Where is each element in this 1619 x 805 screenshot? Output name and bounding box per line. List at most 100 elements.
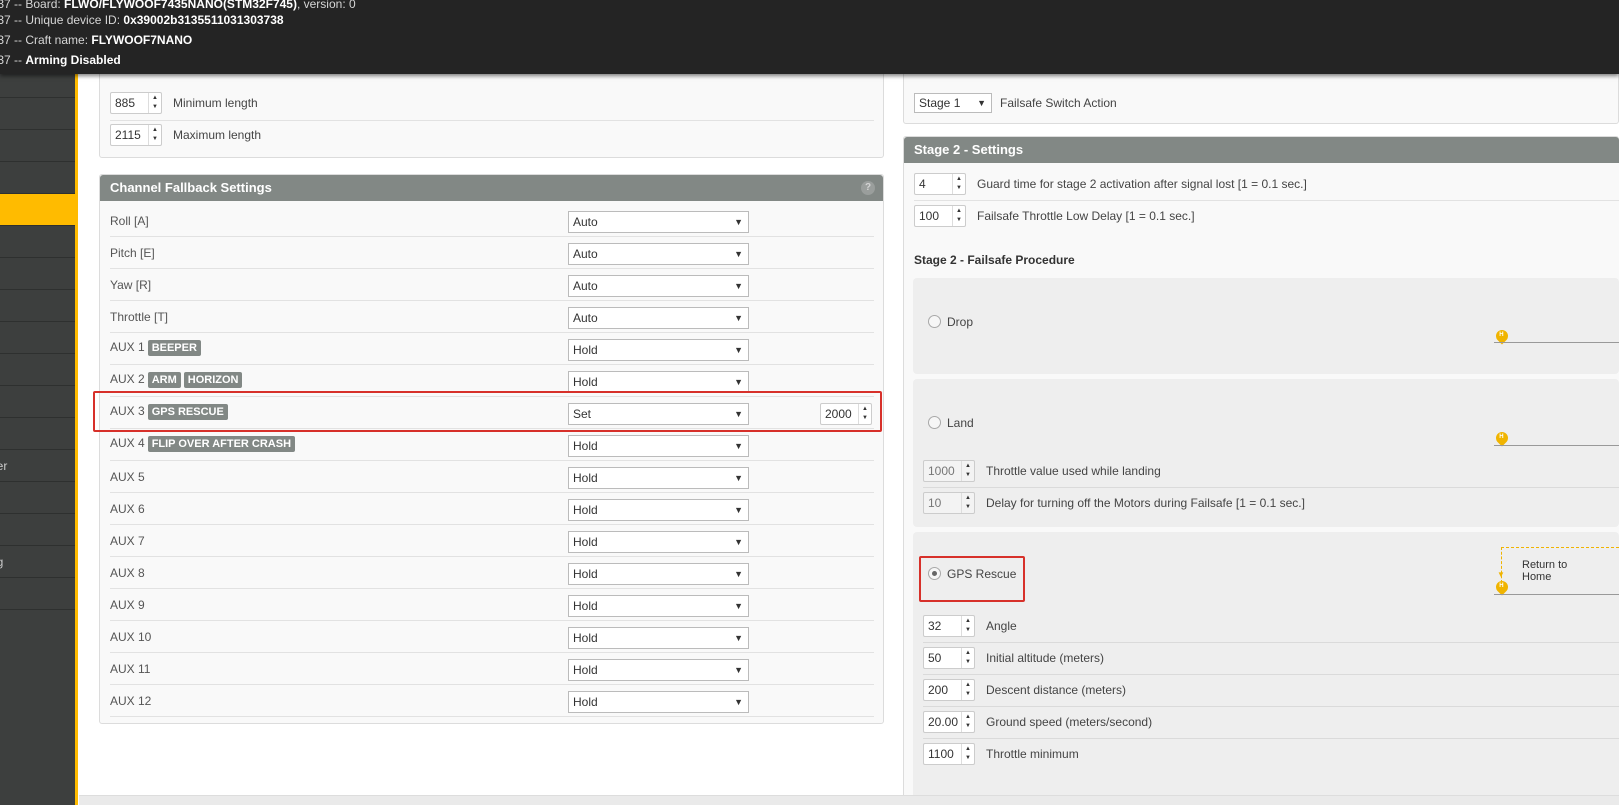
sidebar: ry tter ng <box>0 74 78 805</box>
channel-row: Roll [A] Auto ▼ <box>110 205 874 237</box>
gps-rescue-input[interactable]: 50 ▲ ▼ <box>923 647 975 669</box>
fallback-mode-select[interactable]: Auto ▼ <box>568 211 749 233</box>
fallback-mode-select[interactable]: Hold ▼ <box>568 371 749 393</box>
sidebar-item[interactable] <box>0 578 75 610</box>
spinner-arrows-icon[interactable]: ▲ ▼ <box>961 744 974 764</box>
max-length-input[interactable]: 2115 ▲ ▼ <box>110 124 162 146</box>
sidebar-item[interactable] <box>0 258 75 290</box>
fallback-mode-select[interactable]: Hold ▼ <box>568 691 749 713</box>
mode-badge: FLIP OVER AFTER CRASH <box>147 436 296 452</box>
pin-letter: H <box>1499 583 1504 590</box>
min-length-input[interactable]: 885 ▲ ▼ <box>110 92 162 114</box>
sidebar-item[interactable] <box>0 322 75 354</box>
channel-row: Yaw [R] Auto ▼ <box>110 269 874 301</box>
chevron-down-icon: ▼ <box>734 601 743 611</box>
channel-label: Roll [A] <box>110 214 149 228</box>
panel-header: Stage 2 - Settings <box>904 137 1619 163</box>
spinner-arrows-icon[interactable]: ▲ ▼ <box>961 616 974 636</box>
sidebar-item[interactable]: ng <box>0 546 75 578</box>
fallback-mode-select[interactable]: Hold ▼ <box>568 563 749 585</box>
sidebar-item[interactable] <box>0 386 75 418</box>
channel-name: AUX 6 <box>110 501 145 517</box>
channel-label: Throttle [T] <box>110 310 169 324</box>
selected-mode: Hold <box>573 439 598 453</box>
fallback-mode-select[interactable]: Hold ▼ <box>568 531 749 553</box>
channel-row: AUX 10 Hold ▼ <box>110 621 874 653</box>
channel-name: Throttle [T] <box>110 309 168 325</box>
guard-time-label: Guard time for stage 2 activation after … <box>977 177 1307 191</box>
gps-rescue-field-label: Throttle minimum <box>986 747 1079 761</box>
sidebar-item[interactable] <box>0 482 75 514</box>
fallback-mode-select[interactable]: Hold ▼ <box>568 627 749 649</box>
land-radio[interactable] <box>928 416 941 429</box>
failsafe-switch-select[interactable]: Stage 1 ▼ <box>914 93 992 113</box>
channel-name: AUX 5 <box>110 469 145 485</box>
drop-radio[interactable] <box>928 315 941 328</box>
fallback-mode-select[interactable]: Auto ▼ <box>568 307 749 329</box>
gps-rescue-input[interactable]: 200 ▲ ▼ <box>923 679 975 701</box>
channel-label: AUX 11 <box>110 662 151 676</box>
spinner-arrows-icon[interactable]: ▲ ▼ <box>148 125 161 145</box>
sidebar-item[interactable]: tter <box>0 450 75 482</box>
max-length-label: Maximum length <box>173 128 262 142</box>
spinner-arrows-icon[interactable]: ▲ ▼ <box>961 680 974 700</box>
gps-rescue-input[interactable]: 20.00 ▲ ▼ <box>923 711 975 733</box>
sidebar-item[interactable] <box>0 98 75 130</box>
sidebar-item[interactable] <box>0 354 75 386</box>
land-delay-input[interactable]: 10 ▲ ▼ <box>923 492 975 514</box>
sidebar-item[interactable] <box>0 74 75 98</box>
highlight-box <box>93 391 882 432</box>
sidebar-item[interactable] <box>0 514 75 546</box>
fallback-mode-select[interactable]: Hold ▼ <box>568 659 749 681</box>
fallback-mode-select[interactable]: Hold ▼ <box>568 339 749 361</box>
fallback-mode-select[interactable]: Hold ▼ <box>568 595 749 617</box>
pin-letter: H <box>1499 434 1504 441</box>
sidebar-item[interactable] <box>0 290 75 322</box>
channel-label: AUX 2 <box>110 372 145 386</box>
sidebar-item[interactable] <box>0 418 75 450</box>
spinner-arrows-icon[interactable]: ▲ ▼ <box>952 206 965 226</box>
sidebar-item[interactable]: ry <box>0 130 75 162</box>
throttle-low-delay-input[interactable]: 100 ▲ ▼ <box>914 205 966 227</box>
spinner-arrows-icon[interactable]: ▲ ▼ <box>961 461 974 481</box>
spinner-arrows-icon[interactable]: ▲ ▼ <box>961 493 974 513</box>
fallback-mode-select[interactable]: Hold ▼ <box>568 435 749 457</box>
channel-label: Pitch [E] <box>110 246 155 260</box>
sidebar-item[interactable] <box>0 162 75 194</box>
channel-label: AUX 8 <box>110 566 145 580</box>
mode-badge: ARM <box>147 372 181 388</box>
spinner-arrows-icon[interactable]: ▲ ▼ <box>952 174 965 194</box>
spinner-arrows-icon[interactable]: ▲ ▼ <box>961 648 974 668</box>
sidebar-item[interactable] <box>0 194 75 226</box>
channel-row: Throttle [T] Auto ▼ <box>110 301 874 333</box>
guard-time-input[interactable]: 4 ▲ ▼ <box>914 173 966 195</box>
channel-label: AUX 9 <box>110 598 145 612</box>
drop-label: Drop <box>947 315 974 329</box>
fallback-mode-select[interactable]: Auto ▼ <box>568 243 749 265</box>
channel-row: AUX 6 Hold ▼ <box>110 493 874 525</box>
fallback-mode-select[interactable]: Auto ▼ <box>568 275 749 297</box>
selected-mode: Hold <box>573 343 598 357</box>
throttle-low-delay-label: Failsafe Throttle Low Delay [1 = 0.1 sec… <box>977 209 1195 223</box>
channel-label: AUX 4 <box>110 436 145 450</box>
selected-mode: Hold <box>573 631 598 645</box>
channel-name: AUX 11 <box>110 661 150 677</box>
arrow-down-icon: ▼ <box>1497 570 1505 579</box>
sidebar-item-label: tter <box>0 459 8 473</box>
failsafe-switch-label: Failsafe Switch Action <box>1000 96 1117 110</box>
gps-rescue-input[interactable]: 1100 ▲ ▼ <box>923 743 975 765</box>
sidebar-item[interactable] <box>0 226 75 258</box>
fallback-mode-select[interactable]: Hold ▼ <box>568 467 749 489</box>
gps-rescue-input[interactable]: 32 ▲ ▼ <box>923 615 975 637</box>
chevron-down-icon: ▼ <box>977 98 986 108</box>
spinner-arrows-icon[interactable]: ▲ ▼ <box>961 712 974 732</box>
fallback-mode-select[interactable]: Hold ▼ <box>568 499 749 521</box>
spinner-arrows-icon[interactable]: ▲ ▼ <box>148 93 161 113</box>
channel-label: AUX 12 <box>110 694 152 708</box>
help-icon[interactable]: ? <box>861 181 875 195</box>
selected-mode: Hold <box>573 471 598 485</box>
land-throttle-input[interactable]: 1000 ▲ ▼ <box>923 460 975 482</box>
land-procedure: Land H 1000 ▲ ▼ Throttle value used while … <box>913 379 1619 527</box>
panel-header: Channel Fallback Settings ? <box>100 175 883 201</box>
selected-mode: Auto <box>573 311 598 325</box>
